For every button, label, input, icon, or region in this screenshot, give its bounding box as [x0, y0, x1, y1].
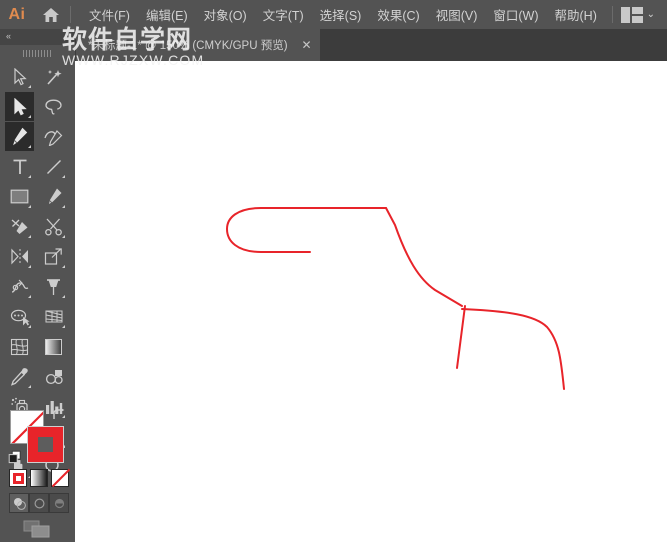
tool-row: [0, 271, 75, 301]
chevron-down-icon: ⌄: [646, 8, 655, 20]
tool-row: [0, 121, 75, 151]
tool-paintbrush[interactable]: [39, 182, 68, 211]
draw-mode-buttons: [9, 493, 69, 513]
tool-mesh[interactable]: [5, 332, 34, 361]
tool-flyout-indicator: [62, 325, 65, 328]
tool-rotate-reflect[interactable]: [5, 242, 34, 271]
tool-row: [0, 301, 75, 331]
swap-fill-stroke-icon[interactable]: [52, 408, 66, 422]
tool-rectangle[interactable]: [5, 182, 34, 211]
tool-row: [0, 241, 75, 271]
tool-row: [0, 91, 75, 121]
tool-direct-selection[interactable]: [5, 92, 34, 121]
tool-gradient[interactable]: [39, 332, 68, 361]
tool-lasso[interactable]: [39, 92, 68, 121]
color-mode-button[interactable]: [9, 469, 27, 487]
tool-flyout-indicator: [28, 175, 31, 178]
menu-divider-right: [611, 6, 613, 23]
menu-item-edit[interactable]: 编辑(E): [138, 1, 196, 28]
tool-perspective-grid[interactable]: [39, 302, 68, 331]
document-tab-title: *未标题-1* @ 150% (CMYK/GPU 预览): [88, 40, 288, 52]
menu-item-window[interactable]: 窗口(W): [485, 1, 546, 28]
tool-scissors[interactable]: [39, 212, 68, 241]
menu-item-select[interactable]: 选择(S): [312, 1, 370, 28]
tool-pen[interactable]: [5, 122, 34, 151]
panel-collapse-bar[interactable]: «: [0, 29, 75, 45]
menu-item-file[interactable]: 文件(F): [81, 1, 138, 28]
workspace-grid-icon: [620, 6, 643, 23]
tool-flyout-indicator: [28, 295, 31, 298]
default-fill-stroke-icon[interactable]: [8, 450, 22, 464]
tool-row: [0, 61, 75, 91]
draw-normal-button[interactable]: [9, 493, 29, 513]
menu-item-view[interactable]: 视图(V): [428, 1, 486, 28]
workspace-switcher-button[interactable]: ⌄: [615, 5, 661, 25]
tool-row: [0, 361, 75, 391]
tool-flyout-indicator: [28, 235, 31, 238]
tool-flyout-indicator: [28, 205, 31, 208]
stroke-swatch[interactable]: [27, 426, 64, 463]
menu-item-effect[interactable]: 效果(C): [369, 1, 427, 28]
draw-inside-button[interactable]: [49, 493, 69, 513]
menu-item-list: 文件(F) 编辑(E) 对象(O) 文字(T) 选择(S) 效果(C) 视图(V…: [81, 1, 605, 28]
tool-flyout-indicator: [28, 85, 31, 88]
artboard[interactable]: [75, 61, 667, 542]
right-curve-path: [461, 308, 565, 390]
app-logo: Ai: [8, 5, 26, 23]
tool-row: [0, 331, 75, 361]
gradient-mode-button[interactable]: [30, 469, 48, 487]
tool-flyout-indicator: [62, 235, 65, 238]
tool-flyout-indicator: [28, 325, 31, 328]
tool-flyout-indicator: [28, 145, 31, 148]
screen-mode-button[interactable]: [22, 519, 52, 539]
none-mode-button[interactable]: [51, 469, 69, 487]
menu-item-object[interactable]: 对象(O): [196, 1, 255, 28]
tool-row: [0, 181, 75, 211]
canvas-area[interactable]: [75, 61, 667, 542]
tool-scale-shear[interactable]: [39, 242, 68, 271]
tool-shaper-eraser[interactable]: [5, 212, 34, 241]
tool-flyout-indicator: [62, 295, 65, 298]
close-icon[interactable]: ✕: [300, 39, 314, 51]
tool-flyout-indicator: [62, 265, 65, 268]
menu-item-help[interactable]: 帮助(H): [547, 1, 605, 28]
rounded-hook-path: [226, 207, 387, 253]
menu-bar: Ai 文件(F) 编辑(E) 对象(O) 文字(T) 选择(S) 效果(C) 视…: [0, 0, 667, 29]
tool-free-transform[interactable]: [39, 272, 68, 301]
tool-curvature[interactable]: [39, 122, 68, 151]
menu-bar-right: ⌄: [610, 0, 661, 29]
red-path-drawing: [226, 207, 565, 390]
tools-panel: [0, 61, 75, 542]
tool-type[interactable]: [5, 152, 34, 181]
document-tab[interactable]: *未标题-1* @ 150% (CMYK/GPU 预览) ✕: [76, 29, 320, 61]
tool-line-segment[interactable]: [39, 152, 68, 181]
tool-selection[interactable]: [5, 62, 34, 91]
tool-flyout-indicator: [28, 115, 31, 118]
color-controls: [0, 406, 75, 542]
tool-width-warp[interactable]: [5, 272, 34, 301]
tool-flyout-indicator: [28, 265, 31, 268]
document-tab-bar: « *未标题-1* @ 150% (CMYK/GPU 预览) ✕: [0, 29, 667, 61]
tool-blend[interactable]: [39, 362, 68, 391]
tool-shape-builder[interactable]: [5, 302, 34, 331]
tool-flyout-indicator: [62, 205, 65, 208]
tool-eyedropper[interactable]: [5, 362, 34, 391]
toolbar-drag-handle[interactable]: [0, 45, 75, 61]
menu-divider: [70, 6, 71, 23]
tool-flyout-indicator: [28, 385, 31, 388]
stroke-swatch-inner: [38, 437, 53, 452]
tool-row: [0, 151, 75, 181]
tool-flyout-indicator: [62, 175, 65, 178]
tick-path: [456, 305, 466, 369]
main-curve-path: [385, 207, 463, 307]
home-icon[interactable]: [34, 0, 68, 29]
collapse-arrows-icon[interactable]: «: [6, 32, 11, 41]
tool-magic-wand[interactable]: [39, 62, 68, 91]
drag-dots-icon: [23, 50, 51, 57]
fill-mode-buttons: [9, 469, 69, 487]
illustrator-window: Ai 文件(F) 编辑(E) 对象(O) 文字(T) 选择(S) 效果(C) 视…: [0, 0, 667, 542]
tool-row: [0, 211, 75, 241]
draw-behind-button[interactable]: [29, 493, 49, 513]
menu-item-type[interactable]: 文字(T): [255, 1, 312, 28]
